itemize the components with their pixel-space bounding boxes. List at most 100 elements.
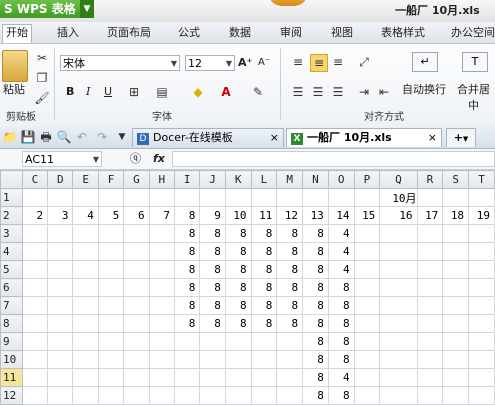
column-header[interactable]: O — [327, 170, 355, 189]
cell[interactable]: 8 — [174, 206, 201, 225]
cell[interactable]: 9 — [199, 206, 226, 225]
row-header[interactable]: 8 — [0, 314, 23, 333]
cell[interactable] — [123, 314, 150, 333]
cell[interactable]: 15 — [353, 206, 381, 225]
cell[interactable] — [21, 386, 49, 405]
cell[interactable]: 8 — [302, 260, 329, 279]
cell[interactable] — [468, 350, 495, 369]
cell[interactable] — [442, 296, 470, 315]
column-header[interactable]: C — [21, 170, 49, 189]
cell[interactable]: 8 — [302, 314, 329, 333]
cell[interactable] — [123, 278, 150, 297]
cell[interactable]: 8 — [174, 242, 201, 261]
outdent-icon[interactable]: ⇤ — [376, 84, 392, 100]
cell[interactable]: 8 — [199, 242, 226, 261]
cell[interactable] — [224, 368, 252, 387]
cell[interactable] — [97, 350, 125, 369]
cell[interactable] — [379, 224, 418, 243]
column-header[interactable]: N — [302, 170, 329, 189]
cell[interactable] — [47, 242, 74, 261]
cell[interactable] — [97, 188, 125, 207]
column-header[interactable]: P — [353, 170, 381, 189]
cell[interactable] — [468, 314, 495, 333]
cell[interactable]: 6 — [123, 206, 150, 225]
cell[interactable] — [47, 332, 74, 351]
cell[interactable] — [416, 314, 444, 333]
cell[interactable] — [148, 296, 176, 315]
cell[interactable] — [123, 386, 150, 405]
cell[interactable]: 8 — [276, 296, 304, 315]
cell[interactable] — [148, 350, 176, 369]
row-header[interactable]: 11 — [0, 368, 23, 387]
cell[interactable]: 8 — [199, 314, 226, 333]
align-top-icon[interactable]: ≡ — [290, 54, 306, 70]
tab-insert[interactable]: 插入 — [57, 25, 79, 43]
cell[interactable]: 8 — [327, 314, 355, 333]
cell[interactable] — [21, 188, 49, 207]
function-icon[interactable]: fx — [153, 151, 165, 167]
cell[interactable]: 8 — [327, 296, 355, 315]
cell[interactable] — [379, 314, 418, 333]
cell[interactable] — [224, 332, 252, 351]
cell[interactable] — [97, 368, 125, 387]
cell[interactable] — [47, 368, 74, 387]
cell[interactable] — [276, 386, 304, 405]
cell[interactable] — [353, 224, 381, 243]
cell[interactable] — [416, 242, 444, 261]
cell[interactable] — [379, 260, 418, 279]
zoom-icon[interactable]: ⓠ — [130, 151, 141, 167]
cell[interactable]: 13 — [302, 206, 329, 225]
cell[interactable] — [442, 314, 470, 333]
cell[interactable]: 3 — [47, 206, 74, 225]
cell[interactable] — [123, 296, 150, 315]
cell[interactable] — [97, 278, 125, 297]
cell[interactable] — [416, 350, 444, 369]
cell[interactable]: 8 — [174, 296, 201, 315]
align-right-icon[interactable]: ☰ — [330, 84, 346, 100]
column-header[interactable]: K — [224, 170, 252, 189]
formula-input[interactable] — [172, 151, 495, 167]
cell[interactable] — [174, 368, 201, 387]
cell[interactable] — [302, 188, 329, 207]
tab-page-layout[interactable]: 页面布局 — [107, 25, 151, 43]
grow-font-button[interactable]: A⁺ — [238, 55, 252, 71]
cell[interactable] — [353, 260, 381, 279]
cell[interactable]: 8 — [302, 224, 329, 243]
cell[interactable] — [250, 350, 278, 369]
cell[interactable] — [174, 188, 201, 207]
cut-icon[interactable]: ✂ — [34, 50, 50, 66]
cell[interactable] — [416, 296, 444, 315]
wrap-text-button[interactable]: 自动换行 — [402, 82, 446, 98]
wrap-text-icon[interactable]: ↵ — [412, 52, 438, 72]
cell[interactable] — [468, 260, 495, 279]
cell[interactable]: 4 — [327, 368, 355, 387]
cell[interactable] — [21, 332, 49, 351]
cell[interactable] — [97, 386, 125, 405]
cell[interactable] — [468, 332, 495, 351]
open-icon[interactable]: 📁 — [2, 129, 18, 145]
cell[interactable] — [468, 368, 495, 387]
cell[interactable] — [47, 314, 74, 333]
clear-format-icon[interactable]: ✎ — [250, 84, 266, 100]
cell[interactable] — [416, 386, 444, 405]
print-preview-icon[interactable]: 🔍 — [56, 129, 72, 145]
cell[interactable] — [199, 332, 226, 351]
merge-center-icon[interactable]: T — [462, 52, 488, 72]
column-header[interactable]: I — [174, 170, 201, 189]
cell[interactable] — [123, 260, 150, 279]
cell[interactable] — [123, 332, 150, 351]
print-icon[interactable]: 🖶 — [38, 129, 54, 145]
app-menu-button[interactable]: S WPS 表格 ▼ — [0, 0, 94, 18]
cell[interactable]: 4 — [327, 260, 355, 279]
cell[interactable]: 8 — [250, 224, 278, 243]
cell[interactable]: 8 — [250, 260, 278, 279]
align-left-icon[interactable]: ☰ — [290, 84, 306, 100]
cell[interactable] — [276, 368, 304, 387]
cell[interactable] — [224, 350, 252, 369]
row-header[interactable]: 2 — [0, 206, 23, 225]
cell[interactable]: 12 — [276, 206, 304, 225]
column-header[interactable]: T — [468, 170, 495, 189]
cell[interactable] — [199, 188, 226, 207]
cell[interactable] — [353, 350, 381, 369]
cell[interactable] — [123, 350, 150, 369]
